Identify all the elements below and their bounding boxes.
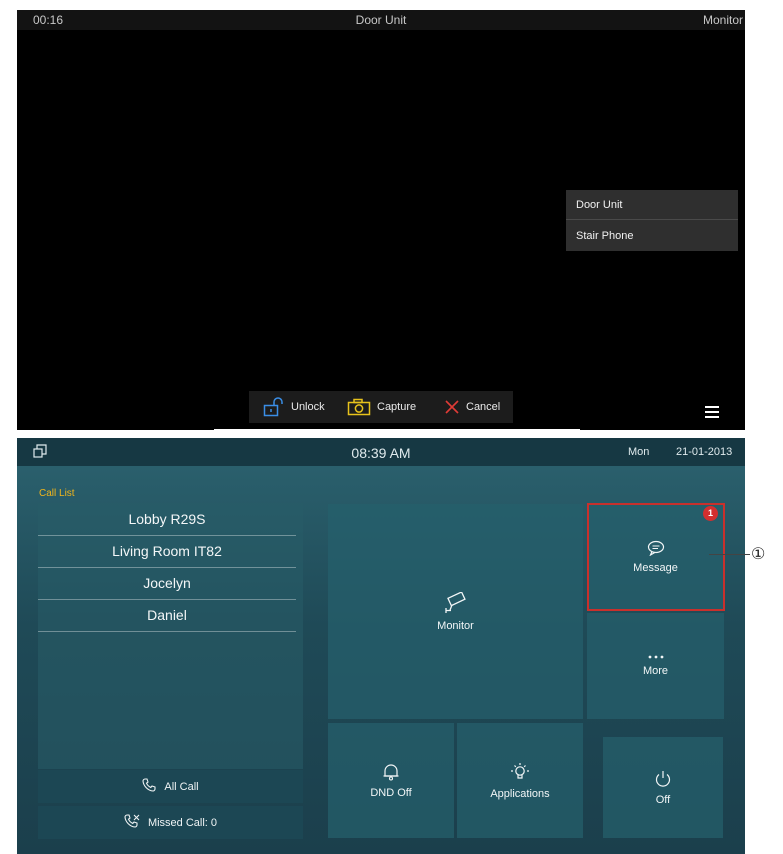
camera-icon [443,591,469,614]
all-call-button[interactable]: All Call [38,770,303,803]
monitor-screen: 00:16 Door Unit Monitor Door Unit Stair … [17,10,745,430]
source-menu: Door Unit Stair Phone [566,190,738,251]
status-day: Mon [628,446,650,458]
unlock-icon [263,397,285,417]
contact-item[interactable]: Daniel [38,599,296,632]
unlock-label: Unlock [291,401,325,413]
status-date: 21-01-2013 [676,446,733,458]
callout-line [709,554,750,555]
cancel-label: Cancel [466,401,501,413]
monitor-tile-label: Monitor [437,619,474,632]
close-icon [444,399,460,415]
missed-call-button[interactable]: Missed Call: 0 [38,806,303,839]
divider [214,429,580,431]
source-menu-item-stair-phone[interactable]: Stair Phone [566,221,738,251]
dnd-tile[interactable]: DND Off [328,723,454,838]
callout-marker: ① [751,546,766,563]
contact-item[interactable]: Living Room IT82 [38,535,296,568]
home-screen: 08:39 AM Mon 21-01-2013 Call List Lobby … [17,438,745,854]
capture-label: Capture [377,401,417,413]
unlock-button[interactable]: Unlock [263,391,325,423]
dnd-tile-label: DND Off [370,786,412,799]
source-menu-item-door-unit[interactable]: Door Unit [566,190,738,220]
monitor-mode[interactable]: Monitor [703,13,743,27]
applications-tile-label: Applications [490,787,550,800]
call-list: Lobby R29S Living Room IT82 Jocelyn Dani… [38,503,303,769]
phone-icon [142,778,156,795]
capture-button[interactable]: Capture [347,391,416,423]
highlight-box [587,503,725,611]
unread-badge: 1 [703,506,718,521]
more-icon [648,655,664,659]
contact-item[interactable]: Jocelyn [38,567,296,600]
monitor-header: 00:16 Door Unit Monitor [17,10,745,30]
missed-call-label: Missed Call: 0 [147,816,218,829]
call-list-label: Call List [39,488,75,499]
all-call-label: All Call [164,780,199,793]
off-tile[interactable]: Off [603,737,723,838]
cancel-button[interactable]: Cancel [444,391,500,423]
more-tile[interactable]: More [587,613,724,719]
missed-call-icon [124,814,140,831]
monitor-tile[interactable]: Monitor [328,504,583,719]
contact-item[interactable]: Lobby R29S [38,503,296,536]
hamburger-menu-icon[interactable] [705,405,719,423]
more-tile-label: More [642,665,669,677]
lightbulb-icon [510,762,530,782]
monitor-title: Door Unit [355,13,407,27]
monitor-toolbar: Unlock Capture Cancel [249,391,513,423]
bell-icon [383,763,399,781]
power-icon [654,770,672,788]
status-bar: 08:39 AM Mon 21-01-2013 [17,438,745,466]
off-tile-label: Off [655,793,671,806]
applications-tile[interactable]: Applications [457,723,583,838]
camera-icon [347,398,371,416]
